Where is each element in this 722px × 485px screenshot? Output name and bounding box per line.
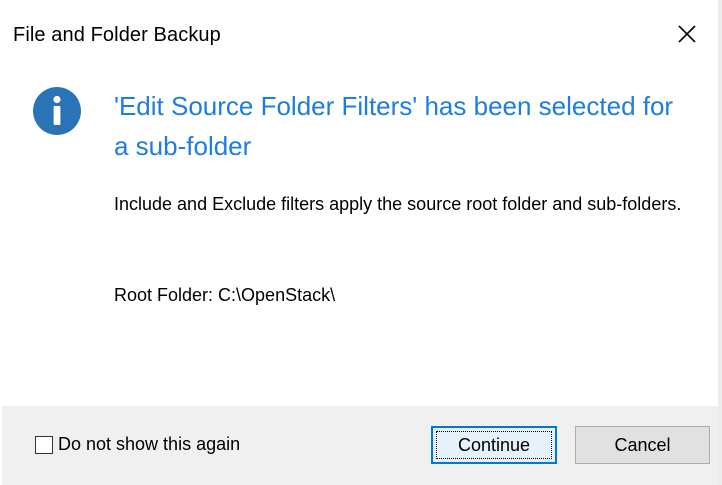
- do-not-show-again-label: Do not show this again: [58, 434, 241, 454]
- info-icon: [33, 87, 81, 135]
- window-title: File and Folder Backup: [13, 24, 221, 46]
- do-not-show-again-checkbox[interactable]: [35, 435, 53, 454]
- dialog-window: File and Folder Backup 'Edit Source Fold…: [0, 0, 722, 485]
- message-heading: 'Edit Source Folder Filters' has been se…: [114, 91, 674, 161]
- cancel-button[interactable]: Cancel: [575, 426, 710, 464]
- do-not-show-again-option[interactable]: Do not show this again: [35, 434, 240, 455]
- dialog-footer: Do not show this again Continue Cancel: [2, 406, 718, 485]
- continue-button[interactable]: Continue: [431, 426, 557, 464]
- root-folder-text: Root Folder: C:\OpenStack\: [114, 285, 336, 305]
- window-right-edge: [718, 0, 722, 485]
- close-icon: [678, 25, 696, 43]
- continue-button-label: Continue: [457, 434, 531, 455]
- message-body: Include and Exclude filters apply the so…: [114, 194, 682, 214]
- close-button[interactable]: [658, 4, 716, 64]
- cancel-button-label: Cancel: [614, 434, 671, 455]
- title-bar: File and Folder Backup: [2, 4, 718, 66]
